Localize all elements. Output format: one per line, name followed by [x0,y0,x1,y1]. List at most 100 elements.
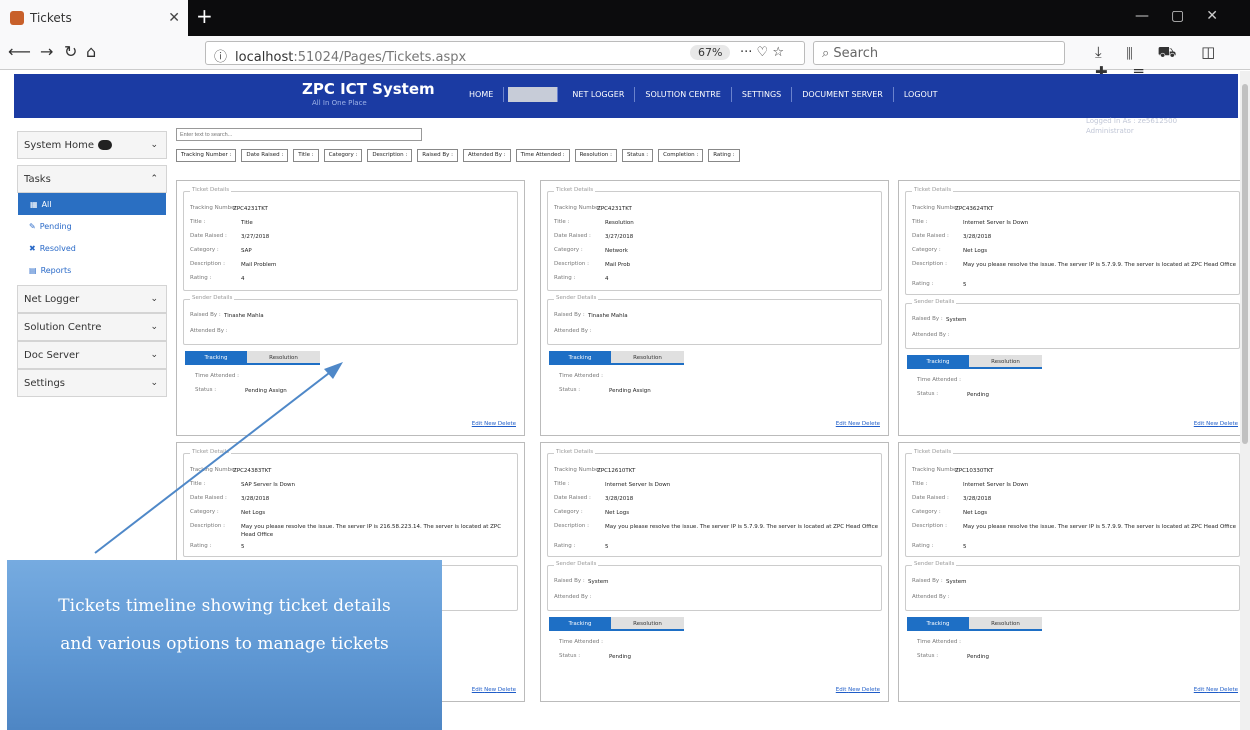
menu-tasks[interactable]: TASKS [508,87,559,102]
tab-resolution[interactable]: Resolution [611,351,684,363]
sidebar-item-all[interactable]: ▦ All [18,193,166,215]
sidebar-item-resolved[interactable]: ✖ Resolved [17,237,167,259]
reload-icon[interactable]: ↻ [64,42,77,61]
field-label: Attended By : [554,594,592,600]
delete-link[interactable]: Delete [862,687,880,693]
ticket-details-legend: Ticket Details [912,449,954,455]
edit-link[interactable]: Edit [836,687,847,693]
field-label: Category : [190,509,219,515]
tab-tracking[interactable]: Tracking [185,351,247,363]
ticket-tabs: Tracking Resolution [907,355,1042,369]
back-icon[interactable]: ⟵ [8,42,31,61]
field-value: 5 [605,544,609,550]
ticket-actions: Edit New Delete [472,421,516,427]
filter-status[interactable]: Status : [621,149,654,162]
browser-search-input[interactable]: ⌕ Search [813,41,1065,65]
edit-link[interactable]: Edit [472,687,483,693]
filter-title[interactable]: Title : [293,149,319,162]
menu-document-server[interactable]: DOCUMENT SERVER [792,87,894,102]
field-value: 3/27/2018 [241,234,270,240]
new-tab-icon[interactable]: + [196,6,213,26]
new-link[interactable]: New [1206,687,1218,693]
field-title: Title : Internet Server Is Down [554,481,670,488]
field-tracking: Tracking Number : ZPC4231TKT [190,205,268,212]
site-header: ZPC ICT System All In One Place HOME TAS… [14,74,1238,118]
edit-link[interactable]: Edit [1194,687,1205,693]
tab-resolution[interactable]: Resolution [969,355,1042,367]
tab-tracking[interactable]: Tracking [907,617,969,629]
zoom-level[interactable]: 67% [690,45,731,60]
new-link[interactable]: New [1206,421,1218,427]
field-value: Pending [609,654,631,660]
field-value: Pending [967,392,989,398]
sidebar-system-home[interactable]: System Home ⌄ [17,131,167,159]
delete-link[interactable]: Delete [498,421,516,427]
delete-link[interactable]: Delete [1220,421,1238,427]
new-link[interactable]: New [848,687,860,693]
tab-tracking[interactable]: Tracking [549,351,611,363]
tab-resolution[interactable]: Resolution [247,351,320,363]
tab-resolution[interactable]: Resolution [611,617,684,629]
field-tracking: Tracking Number : ZPC4231TKT [554,205,632,212]
edit-link[interactable]: Edit [472,421,483,427]
filter-completion[interactable]: Completion : [658,149,704,162]
field-value: System [946,317,967,323]
filter-date-raised[interactable]: Date Raised : [241,149,289,162]
field-label: Raised By : [554,312,585,318]
chevron-down-icon: ⌄ [150,140,158,150]
filter-category[interactable]: Category : [323,149,363,162]
tab-tracking[interactable]: Tracking [549,617,611,629]
menu-home[interactable]: HOME [459,87,505,102]
brand-title[interactable]: ZPC ICT System [302,80,435,98]
filter-time-attended[interactable]: Time Attended : [515,149,570,162]
forward-icon[interactable]: → [40,42,53,61]
sidebar-doc-server[interactable]: Doc Server ⌄ [17,341,167,369]
delete-link[interactable]: Delete [862,421,880,427]
ticket-details-fieldset: Ticket Details Tracking Number : ZPC4362… [905,187,1240,295]
scrollbar-thumb[interactable] [1242,84,1248,444]
menu-net-logger[interactable]: NET LOGGER [562,87,636,102]
field-label: Title : [554,219,570,225]
field-status: Status : Pending [917,653,989,660]
delete-link[interactable]: Delete [1220,687,1238,693]
edit-link[interactable]: Edit [836,421,847,427]
tab-tracking[interactable]: Tracking [907,355,969,367]
menu-settings[interactable]: SETTINGS [732,87,793,102]
filter-description[interactable]: Description : [367,149,413,162]
field-label: Date Raised : [912,233,949,239]
sidebar-solution-centre[interactable]: Solution Centre ⌄ [17,313,167,341]
new-link[interactable]: New [484,687,496,693]
ticket-search-input[interactable] [176,128,422,141]
sidebar-item-reports[interactable]: ▤ Reports [17,259,167,281]
field-label: Description : [554,523,589,529]
sidebar-net-logger[interactable]: Net Logger ⌄ [17,285,167,313]
field-label: Description : [190,523,225,529]
book-icon: ▤ [29,265,37,275]
info-icon[interactable]: ⓘ [214,50,227,65]
home-icon[interactable]: ⌂ [86,42,96,61]
new-link[interactable]: New [484,421,496,427]
url-bar[interactable]: ⓘ localhost:51024/Pages/Tickets.aspx 67% … [205,41,805,65]
filter-resolution[interactable]: Resolution : [574,149,617,162]
sidebar-item-pending[interactable]: ✎ Pending [17,215,167,237]
sidebar-tasks[interactable]: Tasks ⌃ [17,165,167,193]
tab-resolution[interactable]: Resolution [969,617,1042,629]
filter-rating[interactable]: Rating : [708,149,740,162]
delete-link[interactable]: Delete [498,687,516,693]
close-tab-icon[interactable]: ✕ [168,10,180,26]
menu-logout[interactable]: LOGOUT [894,87,948,102]
field-raised-by: Raised By : System [912,578,967,585]
browser-tab[interactable]: Tickets ✕ [0,0,188,36]
sidebar-settings[interactable]: Settings ⌄ [17,369,167,397]
window-controls[interactable]: —▢✕ [1135,8,1240,24]
field-value: Net Logs [241,510,266,516]
field-rating: Rating : 5 [190,543,245,550]
field-label: Rating : [190,275,212,281]
new-link[interactable]: New [848,421,860,427]
page-actions-icon[interactable]: ··· ♡ ☆ [740,45,784,60]
menu-solution-centre[interactable]: SOLUTION CENTRE [635,87,732,102]
edit-link[interactable]: Edit [1194,421,1205,427]
filter-tracking-number[interactable]: Tracking Number : [176,149,237,162]
filter-raised-by[interactable]: Raised By : [417,149,458,162]
filter-attended-by[interactable]: Attended By : [462,149,511,162]
